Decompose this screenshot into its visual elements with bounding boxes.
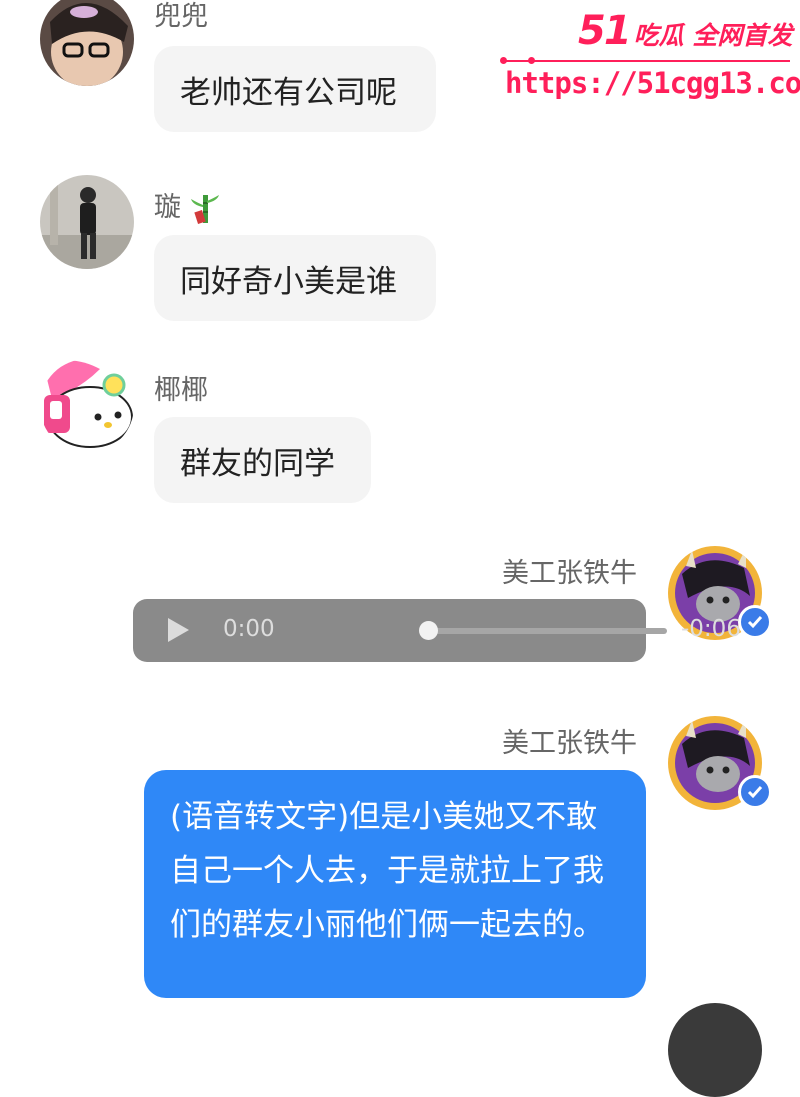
watermark-underline	[505, 60, 790, 62]
bamboo-emoji-icon	[190, 193, 220, 225]
sender-name: 美工张铁牛	[502, 558, 637, 589]
watermark-logo-text: 吃瓜 全网首发	[633, 21, 793, 50]
voice-message-player[interactable]: 0:00 -0:06	[133, 599, 741, 662]
voice-remaining-time: -0:06	[681, 616, 741, 642]
verified-badge-icon	[738, 605, 772, 639]
avatar-glasses-boy[interactable]	[40, 0, 134, 86]
sender-name: 椰椰	[154, 375, 208, 406]
avatar-partial[interactable]	[668, 1003, 762, 1097]
voice-progress-track[interactable]	[429, 628, 667, 634]
message-bubble[interactable]: 群友的同学	[154, 417, 371, 503]
message-bubble-transcription[interactable]: (语音转文字)但是小美她又不敢自己一个人去，于是就拉上了我们的群友小丽他们俩一起…	[144, 770, 646, 998]
voice-current-time: 0:00	[223, 616, 275, 642]
watermark-logo: 51 吃瓜 全网首发	[578, 8, 792, 54]
avatar-standing-person[interactable]	[40, 175, 134, 269]
verified-badge-icon	[738, 775, 772, 809]
sender-name: 兜兜	[154, 1, 208, 32]
watermark-logo-number: 51	[578, 8, 632, 54]
message-bubble[interactable]: 老帅还有公司呢	[154, 46, 436, 132]
sender-name: 璇	[154, 185, 220, 225]
message-bubble[interactable]: 同好奇小美是谁	[154, 235, 436, 321]
watermark-url: https://51cgg13.com	[505, 66, 800, 100]
voice-progress-knob[interactable]	[419, 621, 438, 640]
avatar-hello-kitty[interactable]	[40, 359, 134, 453]
watermark-dot	[528, 57, 535, 64]
sender-name-text: 璇	[154, 192, 181, 223]
sender-name: 美工张铁牛	[502, 728, 637, 759]
watermark-dot	[500, 57, 507, 64]
play-icon[interactable]	[166, 617, 190, 643]
